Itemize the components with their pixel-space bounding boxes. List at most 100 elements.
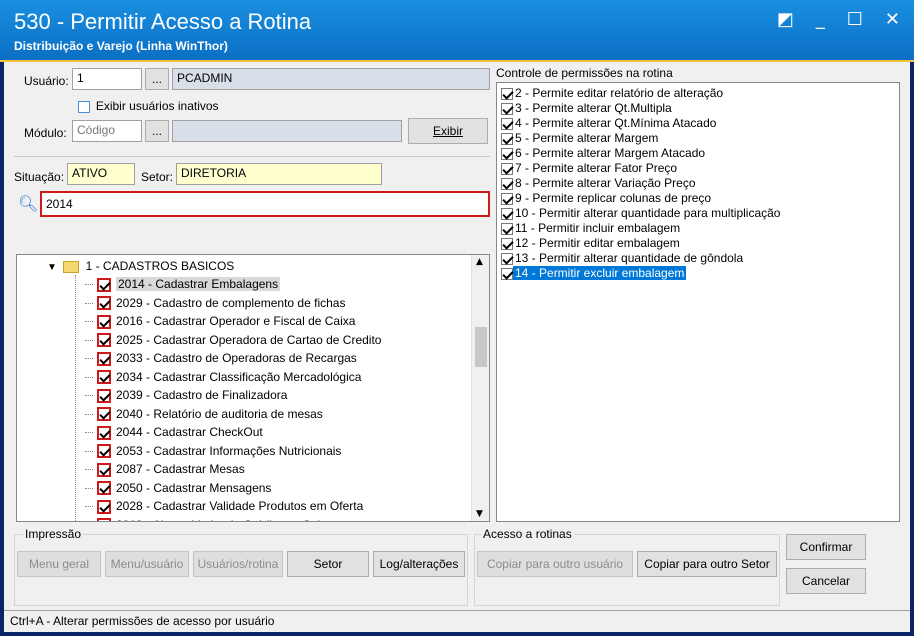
menu-usuario-button[interactable]: Menu/usuário	[105, 551, 189, 577]
rights-item[interactable]: 4 - Permite alterar Qt.Mínima Atacado	[497, 116, 899, 131]
tree-item[interactable]: 2087 - Cadastrar Mesas	[85, 460, 245, 478]
routine-tree: ▼ 1 - CADASTROS BASICOS 2014 - Cadastrar…	[16, 254, 490, 522]
rights-item-checkbox[interactable]	[501, 267, 513, 280]
rights-item[interactable]: 8 - Permite alterar Variação Preço	[497, 176, 899, 191]
tree-item-checkbox[interactable]	[97, 370, 111, 385]
tree-item-checkbox[interactable]	[97, 314, 111, 329]
rights-item[interactable]: 5 - Permite alterar Margem	[497, 131, 899, 146]
tree-item[interactable]: 2014 - Cadastrar Embalagens	[85, 275, 281, 293]
rights-item[interactable]: 10 - Permitir alterar quantidade para mu…	[497, 206, 899, 221]
tree-connector	[85, 302, 93, 304]
rights-title: Controle de permissões na rotina	[496, 66, 673, 80]
maximize-icon[interactable]: ☐	[847, 9, 863, 30]
tree-item-checkbox[interactable]	[97, 444, 111, 459]
tree-item[interactable]: 2053 - Cadastrar Informações Nutricionai…	[85, 442, 341, 460]
title-bar: 530 - Permitir Acesso a Rotina Distribui…	[0, 0, 914, 62]
tree-item-checkbox[interactable]	[97, 499, 111, 514]
rights-item-checkbox[interactable]	[501, 192, 513, 205]
tree-item-checkbox[interactable]	[97, 481, 111, 496]
copiar-setor-button[interactable]: Copiar para outro Setor	[637, 551, 777, 577]
status-bar: Ctrl+A - Alterar permissões de acesso po…	[4, 610, 910, 632]
tree-item-checkbox[interactable]	[97, 425, 111, 440]
tree-item[interactable]: 2034 - Cadastrar Classificação Mercadoló…	[85, 368, 361, 386]
tree-connector	[85, 487, 93, 489]
tree-item[interactable]: 2028 - Cadastrar Validade Produtos em Of…	[85, 497, 363, 515]
tree-item[interactable]: 2019 - Alterar Limite de Crédito ao Cel.…	[85, 516, 330, 522]
restore-icon[interactable]: ◩	[777, 9, 794, 30]
rights-item-checkbox[interactable]	[501, 132, 513, 145]
rights-item-checkbox[interactable]	[501, 147, 513, 160]
rights-item[interactable]: 7 - Permite alterar Fator Preço	[497, 161, 899, 176]
tree-item[interactable]: 2033 - Cadastro de Operadoras de Recarga…	[85, 349, 357, 367]
rights-item[interactable]: 11 - Permitir incluir embalagem	[497, 221, 899, 236]
cancelar-button[interactable]: Cancelar	[786, 568, 866, 594]
rights-item[interactable]: 6 - Permite alterar Margem Atacado	[497, 146, 899, 161]
tree-guide	[75, 275, 76, 521]
modulo-lookup-button[interactable]: ...	[145, 120, 169, 142]
tree-item[interactable]: 2040 - Relatório de auditoria de mesas	[85, 405, 323, 423]
rights-item[interactable]: 13 - Permitir alterar quantidade de gônd…	[497, 251, 899, 266]
setor-button[interactable]: Setor	[287, 551, 369, 577]
rights-item-checkbox[interactable]	[501, 102, 513, 115]
modulo-code-input[interactable]: Código	[72, 120, 142, 142]
rights-item[interactable]: 3 - Permite alterar Qt.Multipla	[497, 101, 899, 116]
menu-geral-button[interactable]: Menu geral	[17, 551, 101, 577]
rights-item-checkbox[interactable]	[501, 162, 513, 175]
tree-folder-label: 1 - CADASTROS BASICOS	[85, 259, 235, 273]
tree-item-label: 2019 - Alterar Limite de Crédito ao Cel.…	[116, 518, 330, 522]
tree-item-checkbox[interactable]	[97, 351, 111, 366]
confirmar-button[interactable]: Confirmar	[786, 534, 866, 560]
usuario-lookup-button[interactable]: ...	[145, 68, 169, 90]
exibir-inativos-checkbox[interactable]: Exibir usuários inativos	[78, 99, 219, 113]
rights-item-checkbox[interactable]	[501, 222, 513, 235]
close-icon[interactable]: ✕	[885, 9, 900, 30]
tree-item-label: 2039 - Cadastro de Finalizadora	[116, 388, 288, 402]
tree-item[interactable]: 2039 - Cadastro de Finalizadora	[85, 386, 287, 404]
tree-item-checkbox[interactable]	[97, 462, 111, 477]
tree-item-checkbox[interactable]	[97, 333, 111, 348]
window-subtitle: Distribuição e Varejo (Linha WinThor)	[14, 39, 228, 53]
tree-connector	[85, 376, 93, 378]
tree-item-checkbox[interactable]	[97, 277, 111, 292]
search-input[interactable]: 2014	[40, 191, 490, 217]
scroll-down-icon[interactable]: ▼	[476, 509, 483, 519]
tree-item[interactable]: 2050 - Cadastrar Mensagens	[85, 479, 271, 497]
rights-item-checkbox[interactable]	[501, 87, 513, 100]
rights-item[interactable]: 2 - Permite editar relatório de alteraçã…	[497, 86, 899, 101]
tree-item[interactable]: 2044 - Cadastrar CheckOut	[85, 423, 263, 441]
tree-item-checkbox[interactable]	[97, 518, 111, 521]
rights-item[interactable]: 9 - Permite replicar colunas de preço	[497, 191, 899, 206]
log-alteracoes-button[interactable]: Log/alterações	[373, 551, 465, 577]
copiar-usuario-button[interactable]: Copiar para outro usuário	[477, 551, 633, 577]
rights-item[interactable]: 12 - Permitir editar embalagem	[497, 236, 899, 251]
rights-item-checkbox[interactable]	[501, 207, 513, 220]
rights-item-label: 9 - Permite replicar colunas de preço	[515, 191, 712, 205]
tree-item[interactable]: 2016 - Cadastrar Operador e Fiscal de Ca…	[85, 312, 355, 330]
tree-connector	[85, 358, 93, 360]
folder-icon	[63, 260, 80, 273]
tree-item-checkbox[interactable]	[97, 296, 111, 311]
tree-item-checkbox[interactable]	[97, 407, 111, 422]
cancelar-label: Cancelar	[801, 574, 851, 588]
usuarios-rotina-button[interactable]: Usuários/rotina	[193, 551, 283, 577]
usuario-code-input[interactable]: 1	[72, 68, 142, 90]
scroll-up-icon[interactable]: ▲	[476, 257, 483, 267]
rights-item-checkbox[interactable]	[501, 177, 513, 190]
tree-item[interactable]: 2025 - Cadastrar Operadora de Cartao de …	[85, 331, 381, 349]
exibir-button[interactable]: Exibir	[408, 118, 488, 144]
rights-item-checkbox[interactable]	[501, 117, 513, 130]
setor-label: Setor:	[141, 170, 174, 184]
rights-item-checkbox[interactable]	[501, 237, 513, 250]
rights-item[interactable]: 14 - Permitir excluir embalagem	[497, 266, 899, 281]
rights-item-label: 4 - Permite alterar Qt.Mínima Atacado	[515, 116, 717, 130]
minimize-icon[interactable]: _	[816, 9, 825, 30]
tree-scrollbar[interactable]: ▲ ▼	[471, 255, 489, 521]
tree-item[interactable]: 2029 - Cadastro de complemento de fichas	[85, 294, 345, 312]
tree-folder[interactable]: ▼ 1 - CADASTROS BASICOS	[47, 257, 234, 275]
scroll-thumb[interactable]	[475, 327, 487, 367]
chevron-down-icon[interactable]: ▼	[47, 262, 57, 273]
rights-item-checkbox[interactable]	[501, 252, 513, 265]
rights-item-label: 2 - Permite editar relatório de alteraçã…	[515, 86, 724, 100]
impressao-group: Impressão Menu geral Menu/usuário Usuári…	[14, 527, 468, 606]
tree-item-checkbox[interactable]	[97, 388, 111, 403]
